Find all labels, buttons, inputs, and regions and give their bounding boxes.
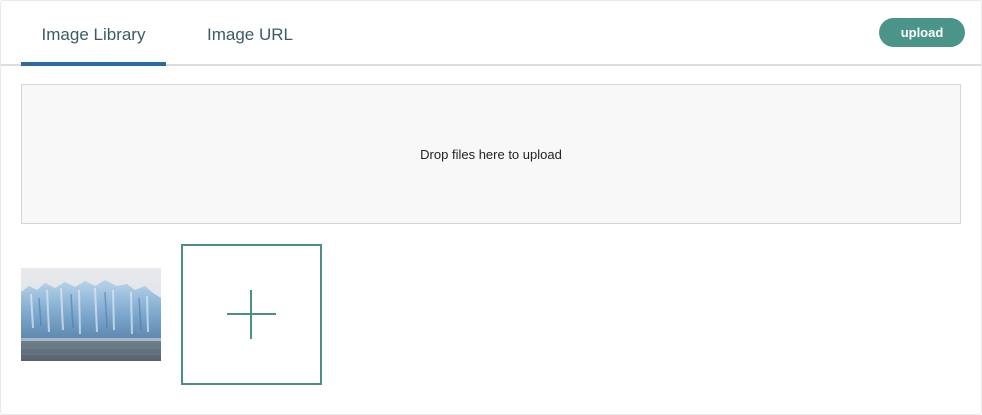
plus-icon xyxy=(227,290,276,339)
tab-label: Image Library xyxy=(41,25,146,44)
tab-image-url[interactable]: Image URL xyxy=(181,1,319,64)
glacier-image xyxy=(21,268,161,361)
upload-button[interactable]: upload xyxy=(879,18,965,47)
file-dropzone[interactable]: Drop files here to upload xyxy=(21,84,961,224)
dropzone-text: Drop files here to upload xyxy=(420,146,562,162)
image-thumbnail[interactable] xyxy=(21,268,161,361)
add-image-tile[interactable] xyxy=(181,244,322,385)
tab-image-library[interactable]: Image Library xyxy=(21,1,166,66)
active-tab-indicator xyxy=(21,62,166,66)
tab-bar: Image Library Image URL upload xyxy=(1,1,981,66)
tab-label: Image URL xyxy=(207,25,293,44)
image-picker-panel: Image Library Image URL upload Drop file… xyxy=(0,0,982,415)
